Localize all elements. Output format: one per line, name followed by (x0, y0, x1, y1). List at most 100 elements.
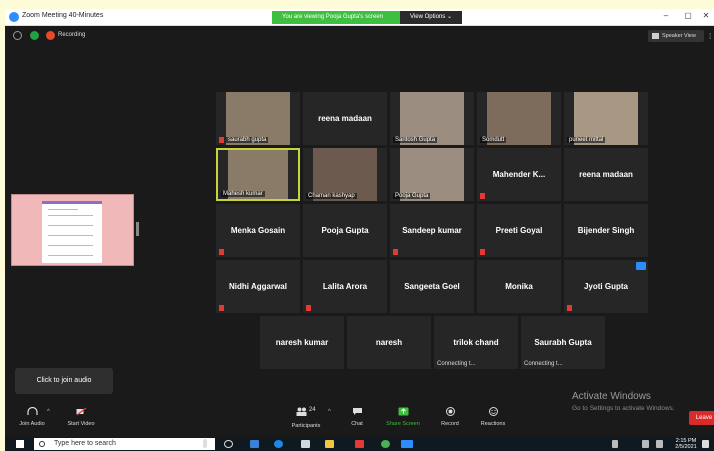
connecting-status: Connecting t... (524, 361, 563, 367)
participants-icon (296, 407, 307, 416)
chat-icon (352, 408, 362, 415)
chrome-icon[interactable] (381, 440, 390, 448)
participant-name: Sandeep kumar (402, 226, 462, 235)
participant-name: reena madaan (318, 114, 372, 123)
participants-chevron-icon[interactable]: ^ (328, 409, 331, 415)
participant-tile[interactable]: naresh (347, 316, 431, 369)
participant-tile[interactable]: reena madaan (303, 92, 387, 145)
shared-document-header (42, 201, 102, 204)
participant-tile[interactable]: Saurabh Gupta Connecting t... (521, 316, 605, 369)
participant-tile[interactable]: Mahesh kumar (216, 148, 300, 201)
taskbar-clock[interactable]: 2:15 PM 2/5/2021 (672, 438, 700, 450)
search-icon (39, 441, 45, 447)
participant-tile[interactable]: Jyoti Gupta (564, 260, 648, 313)
participant-name: Menka Gosain (230, 226, 286, 235)
share-screen-label: Share Screen (386, 421, 420, 427)
participant-tile[interactable]: Nidhi Aggarwal (216, 260, 300, 313)
zoom-app-icon (9, 12, 19, 22)
participant-name: Sangeeta Goel (404, 282, 460, 291)
reactions-label: Reactions (480, 421, 506, 427)
share-screen-button[interactable]: Share Screen (378, 407, 428, 427)
start-video-button[interactable]: Start Video (56, 407, 106, 427)
participant-tile[interactable]: naresh kumar (260, 316, 344, 369)
network-icon[interactable] (642, 440, 649, 448)
side-panel-handle-icon[interactable]: ⁞ (709, 32, 711, 41)
windows-taskbar: Type here to search 2:15 PM 2/5/2021 (5, 437, 714, 451)
speaker-view-button[interactable]: Speaker View (648, 30, 704, 42)
volume-icon[interactable] (656, 440, 663, 448)
participant-name-caption: Mahesh kumar (221, 191, 265, 197)
leave-button[interactable]: Leave (689, 411, 714, 425)
muted-mic-icon (219, 305, 224, 311)
participant-tile[interactable]: reena madaan (564, 148, 648, 201)
participant-name-caption: Somdutt (480, 137, 507, 143)
participant-name: reena madaan (579, 170, 633, 179)
participant-tile[interactable]: puneet mittal (564, 92, 648, 145)
participant-tile[interactable]: Mahender K... (477, 148, 561, 201)
participant-name: Pooja Gupta (321, 226, 369, 235)
shared-document (42, 201, 102, 263)
people-icon[interactable] (612, 440, 618, 448)
reactions-button[interactable]: Reactions (468, 407, 518, 427)
headphones-icon (26, 407, 38, 415)
video-off-icon (76, 407, 86, 416)
cortana-icon[interactable] (224, 440, 233, 448)
participant-tile[interactable]: Pooja Gupta (390, 148, 474, 201)
participant-name: Lalita Arora (322, 282, 368, 291)
recording-label: Recording (58, 32, 86, 38)
participant-name: trilok chand (453, 338, 499, 347)
app-icon[interactable] (355, 440, 364, 448)
muted-mic-icon (393, 249, 398, 255)
muted-mic-icon (567, 305, 572, 311)
participants-button[interactable]: 24 Participants (281, 407, 331, 429)
participant-tile[interactable]: Somdutt (477, 92, 561, 145)
close-button[interactable]: ✕ (699, 11, 713, 20)
microphone-icon[interactable] (203, 439, 207, 448)
participant-tile[interactable]: Santosh Gupta (390, 92, 474, 145)
search-placeholder: Type here to search (54, 440, 116, 447)
participant-name: Nidhi Aggarwal (229, 282, 287, 291)
view-options-button[interactable]: View Options ⌄ (400, 11, 462, 24)
task-view-icon[interactable] (250, 440, 259, 448)
info-icon[interactable] (13, 31, 22, 40)
participant-tile[interactable]: Chaman kashyap (303, 148, 387, 201)
more-options-icon[interactable] (636, 262, 646, 270)
muted-mic-icon (219, 137, 224, 143)
doc-line (48, 215, 93, 216)
participant-name-caption: saurabh gupta (226, 137, 269, 143)
zoom-taskbar-icon[interactable] (401, 440, 413, 448)
participant-name-caption: Chaman kashyap (306, 193, 357, 199)
audio-options-chevron-icon[interactable]: ^ (47, 409, 50, 415)
participant-tile[interactable]: saurabh gupta (216, 92, 300, 145)
maximize-button[interactable]: ▢ (681, 11, 695, 20)
participant-tile[interactable]: Preeti Goyal (477, 204, 561, 257)
participant-tile[interactable]: Pooja Gupta (303, 204, 387, 257)
screen-share-banner: You are viewing Pooja Gupta's screen (272, 11, 400, 24)
participant-tile[interactable]: Lalita Arora (303, 260, 387, 313)
record-indicator-icon (46, 31, 55, 40)
file-explorer-icon[interactable] (325, 440, 334, 448)
doc-line (48, 255, 93, 256)
doc-line (48, 235, 93, 236)
windows-start-icon[interactable] (16, 440, 24, 448)
store-icon[interactable] (301, 440, 310, 448)
minimize-button[interactable]: – (659, 11, 673, 20)
edge-icon[interactable] (274, 440, 283, 448)
shield-icon[interactable] (30, 31, 39, 40)
taskbar-search-box[interactable]: Type here to search (34, 438, 215, 450)
participant-tile[interactable]: trilok chand Connecting t... (434, 316, 518, 369)
participant-tile[interactable]: Sangeeta Goel (390, 260, 474, 313)
participant-tile[interactable]: Monika (477, 260, 561, 313)
resize-handle[interactable] (136, 222, 139, 236)
zoom-window: Zoom Meeting 40-Minutes You are viewing … (5, 9, 714, 451)
participant-name: Bijender Singh (577, 226, 635, 235)
activate-windows-subtitle: Go to Settings to activate Windows. (572, 405, 675, 412)
muted-mic-icon (306, 305, 311, 311)
record-icon (445, 407, 455, 416)
chat-button[interactable]: Chat (332, 407, 382, 427)
participant-tile[interactable]: Sandeep kumar (390, 204, 474, 257)
participant-tile[interactable]: Menka Gosain (216, 204, 300, 257)
notifications-icon[interactable] (702, 440, 709, 448)
shared-screen-thumbnail[interactable] (11, 194, 134, 266)
participant-tile[interactable]: Bijender Singh (564, 204, 648, 257)
